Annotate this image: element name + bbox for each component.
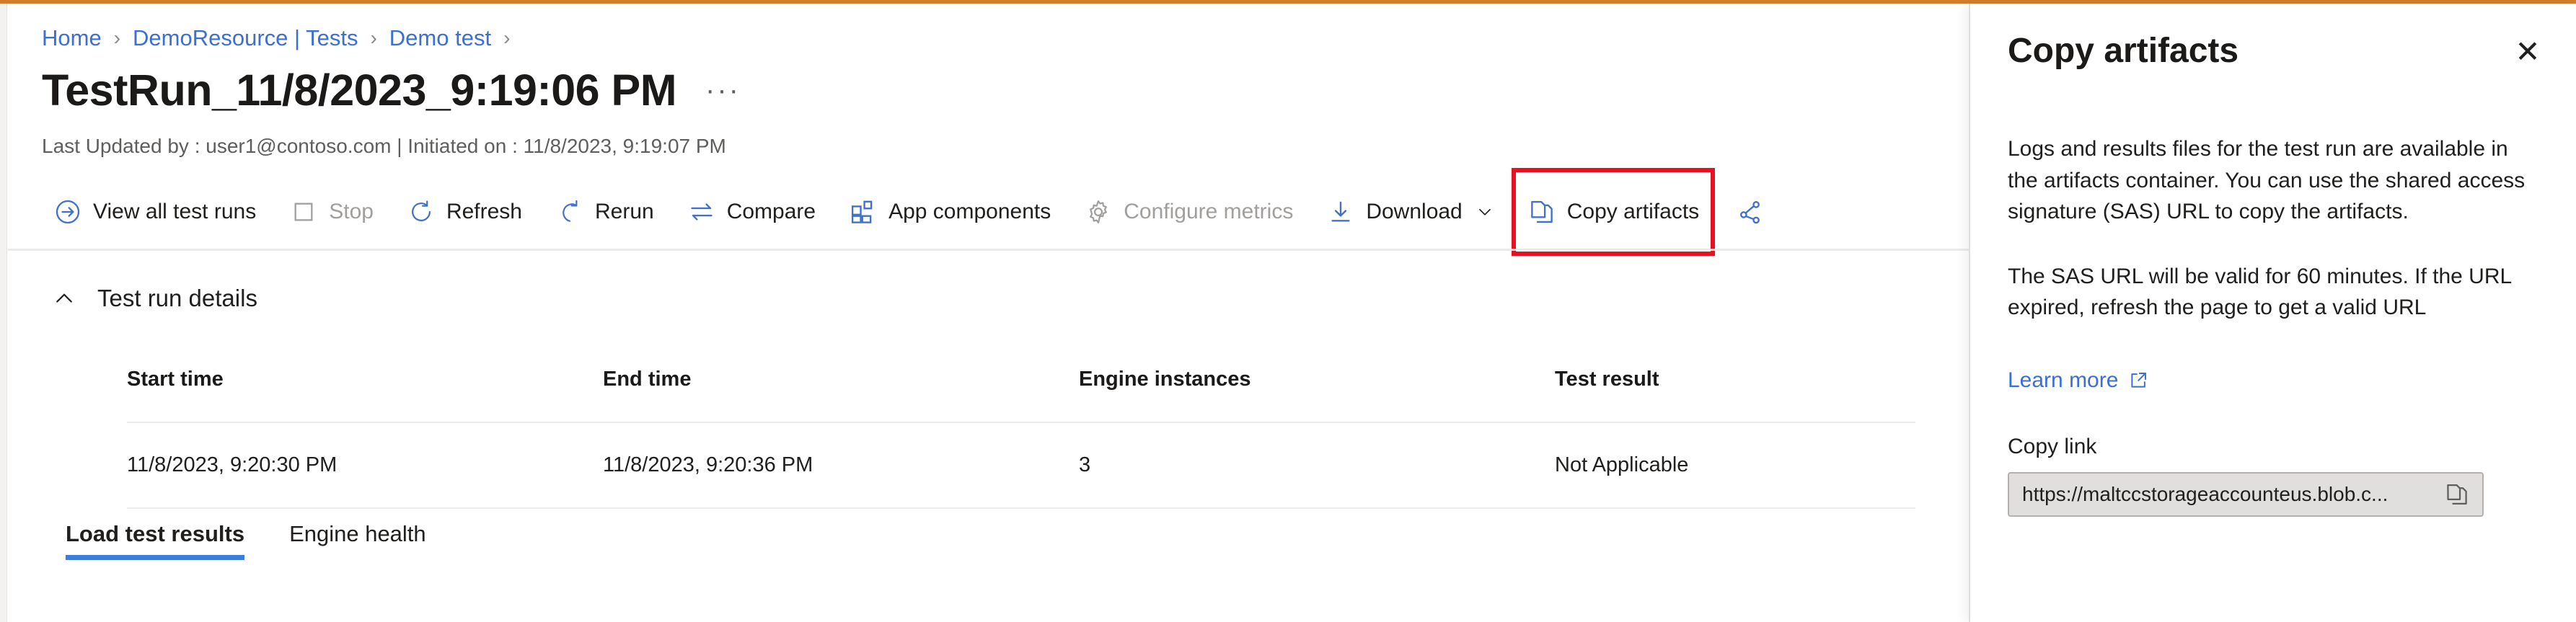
left-nav-rail: [0, 4, 7, 622]
chevron-up-icon: [51, 285, 77, 311]
panel-body: Logs and results files for the test run …: [2008, 133, 2541, 517]
copy-link-input[interactable]: [2021, 482, 2442, 507]
command-label: Download: [1366, 200, 1462, 224]
panel-header: Copy artifacts ✕: [1970, 17, 2576, 86]
panel-description-paragraph-2: The SAS URL will be valid for 60 minutes…: [2008, 261, 2541, 324]
command-label: Stop: [329, 200, 374, 224]
cell-engine-instances: 3: [1079, 422, 1555, 508]
copy-link-label: Copy link: [2008, 435, 2541, 459]
copy-link-field[interactable]: [2008, 472, 2484, 517]
command-stop: Stop: [278, 186, 385, 238]
command-share[interactable]: [1725, 186, 1760, 238]
copy-artifacts-panel: Copy artifacts ✕ Logs and results files …: [1969, 4, 2576, 622]
breadcrumb-item-demoresource-tests[interactable]: DemoResource | Tests: [133, 25, 358, 50]
gear-icon: [1084, 197, 1113, 226]
column-header-test-result: Test result: [1555, 368, 1915, 422]
table-row[interactable]: 11/8/2023, 9:20:30 PM 11/8/2023, 9:20:36…: [127, 422, 1915, 508]
command-refresh[interactable]: Refresh: [395, 186, 534, 238]
breadcrumb-separator-icon: ›: [114, 28, 120, 48]
breadcrumb: Home › DemoResource | Tests › Demo test …: [42, 25, 522, 50]
copy-to-clipboard-button[interactable]: [2442, 479, 2472, 510]
command-app-components[interactable]: App components: [837, 186, 1062, 238]
command-compare[interactable]: Compare: [676, 186, 827, 238]
column-header-engine-instances: Engine instances: [1079, 368, 1555, 422]
pivot-tabs: Load test results Engine health: [66, 521, 471, 560]
stop-square-icon: [289, 197, 318, 226]
command-label: Refresh: [446, 200, 522, 224]
test-run-details-section-toggle[interactable]: Test run details: [51, 285, 257, 312]
rerun-icon: [555, 197, 584, 226]
column-header-end-time: End time: [603, 368, 1079, 422]
command-rerun[interactable]: Rerun: [544, 186, 666, 238]
learn-more-label: Learn more: [2008, 368, 2118, 393]
download-icon: [1326, 197, 1355, 226]
test-run-details-table: Start time End time Engine instances Tes…: [127, 368, 1915, 509]
external-link-icon: [2128, 370, 2148, 391]
command-label: App components: [888, 200, 1051, 224]
page-title: TestRun_11/8/2023_9:19:06 PM: [42, 67, 676, 113]
breadcrumb-item-demo-test[interactable]: Demo test: [389, 25, 491, 50]
table-header-row: Start time End time Engine instances Tes…: [127, 368, 1915, 422]
cell-test-result: Not Applicable: [1555, 422, 1915, 508]
breadcrumb-separator-icon: ›: [370, 28, 376, 48]
breadcrumb-item-home[interactable]: Home: [42, 25, 102, 50]
column-header-start-time: Start time: [127, 368, 603, 422]
panel-description-paragraph-1: Logs and results files for the test run …: [2008, 133, 2541, 228]
tab-engine-health[interactable]: Engine health: [289, 521, 426, 560]
learn-more-link[interactable]: Learn more: [2008, 368, 2148, 393]
command-label: View all test runs: [93, 200, 256, 224]
command-configure-metrics: Configure metrics: [1072, 186, 1305, 238]
chevron-down-icon[interactable]: [1476, 203, 1494, 221]
command-view-all-test-runs[interactable]: View all test runs: [42, 186, 268, 238]
compare-arrows-icon: [687, 197, 716, 226]
command-bar: View all test runs Stop Refresh: [42, 184, 1770, 240]
command-label: Rerun: [595, 200, 654, 224]
app-components-icon: [849, 197, 878, 226]
main-content-area: Home › DemoResource | Tests › Demo test …: [8, 4, 1969, 622]
page-subtitle: Last Updated by : user1@contoso.com | In…: [42, 135, 726, 158]
share-icon: [1737, 197, 1760, 226]
cell-start-time: 11/8/2023, 9:20:30 PM: [127, 422, 603, 508]
panel-title: Copy artifacts: [2008, 34, 2238, 68]
cell-end-time: 11/8/2023, 9:20:36 PM: [603, 422, 1079, 508]
command-label: Compare: [727, 200, 816, 224]
more-options-button[interactable]: ···: [705, 74, 741, 107]
tab-load-test-results[interactable]: Load test results: [66, 521, 244, 560]
command-label: Configure metrics: [1124, 200, 1293, 224]
page-title-row: TestRun_11/8/2023_9:19:06 PM ···: [42, 67, 741, 113]
command-download[interactable]: Download: [1315, 186, 1505, 238]
copy-pages-icon: [1527, 197, 1556, 226]
command-copy-artifacts[interactable]: Copy artifacts: [1516, 172, 1711, 252]
command-label: Copy artifacts: [1567, 200, 1699, 224]
refresh-icon: [407, 197, 436, 226]
command-bar-divider: [8, 249, 1969, 251]
close-icon[interactable]: ✕: [2505, 29, 2550, 74]
section-title: Test run details: [97, 285, 257, 312]
arrow-right-circle-icon: [53, 197, 82, 226]
breadcrumb-separator-icon: ›: [503, 28, 510, 48]
